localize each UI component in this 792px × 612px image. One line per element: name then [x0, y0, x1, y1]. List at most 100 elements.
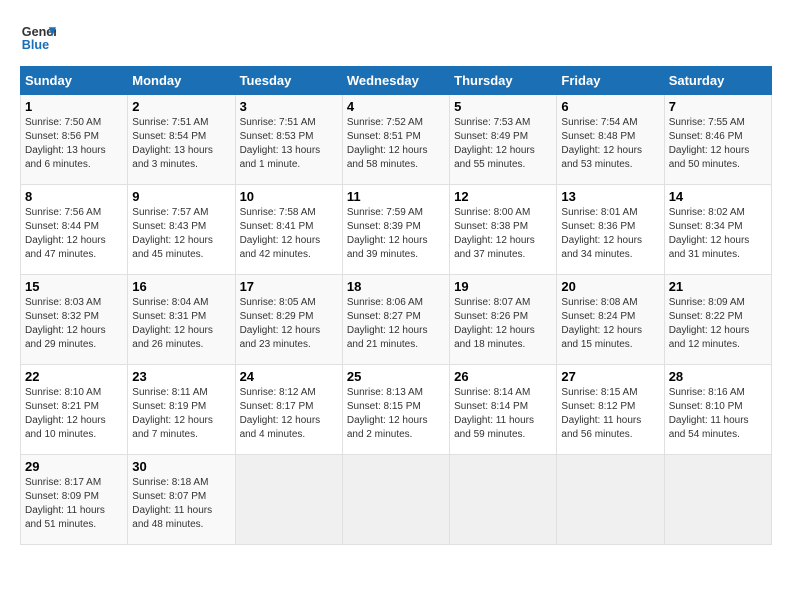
day-info: Sunrise: 8:08 AMSunset: 8:24 PMDaylight:…: [561, 297, 642, 350]
calendar-week-1: 1 Sunrise: 7:50 AMSunset: 8:56 PMDaylight…: [21, 95, 772, 185]
header-thursday: Thursday: [450, 67, 557, 95]
day-number: 1: [25, 99, 123, 114]
calendar-cell: 29 Sunrise: 8:17 AMSunset: 8:09 PMDayligh…: [21, 455, 128, 545]
calendar-cell: 19Sunrise: 8:07 AMSunset: 8:26 PMDayligh…: [450, 275, 557, 365]
calendar-cell: 21 Sunrise: 8:09 AMSunset: 8:22 PMDayligh…: [664, 275, 771, 365]
day-number: 20: [561, 279, 659, 294]
day-info: Sunrise: 8:02 AMSunset: 8:34 PMDaylight:…: [669, 207, 750, 260]
calendar-cell: 18Sunrise: 8:06 AMSunset: 8:27 PMDayligh…: [342, 275, 449, 365]
svg-text:Blue: Blue: [22, 38, 49, 52]
day-info: Sunrise: 8:09 AMSunset: 8:22 PMDaylight:…: [669, 297, 750, 350]
day-info: Sunrise: 8:07 AMSunset: 8:26 PMDaylight:…: [454, 297, 535, 350]
day-number: 26: [454, 369, 552, 384]
calendar-cell: 3 Sunrise: 7:51 AMSunset: 8:53 PMDaylight…: [235, 95, 342, 185]
day-info: Sunrise: 7:59 AMSunset: 8:39 PMDaylight:…: [347, 207, 428, 260]
day-number: 13: [561, 189, 659, 204]
day-info: Sunrise: 7:53 AMSunset: 8:49 PMDaylight:…: [454, 117, 535, 170]
calendar-cell: 5 Sunrise: 7:53 AMSunset: 8:49 PMDaylight…: [450, 95, 557, 185]
day-info: Sunrise: 8:16 AMSunset: 8:10 PMDaylight:…: [669, 387, 749, 440]
day-info: Sunrise: 7:57 AMSunset: 8:43 PMDaylight:…: [132, 207, 213, 260]
day-number: 7: [669, 99, 767, 114]
day-number: 5: [454, 99, 552, 114]
day-number: 22: [25, 369, 123, 384]
calendar-cell: 1 Sunrise: 7:50 AMSunset: 8:56 PMDaylight…: [21, 95, 128, 185]
calendar-cell: 20 Sunrise: 8:08 AMSunset: 8:24 PMDayligh…: [557, 275, 664, 365]
calendar-cell: 16 Sunrise: 8:04 AMSunset: 8:31 PMDayligh…: [128, 275, 235, 365]
header-monday: Monday: [128, 67, 235, 95]
day-number: 8: [25, 189, 123, 204]
day-number: 24: [240, 369, 338, 384]
calendar-cell: 24 Sunrise: 8:12 AMSunset: 8:17 PMDayligh…: [235, 365, 342, 455]
calendar-week-4: 22 Sunrise: 8:10 AMSunset: 8:21 PMDayligh…: [21, 365, 772, 455]
header-saturday: Saturday: [664, 67, 771, 95]
calendar-cell: 2 Sunrise: 7:51 AMSunset: 8:54 PMDaylight…: [128, 95, 235, 185]
day-info: Sunrise: 8:17 AMSunset: 8:09 PMDaylight:…: [25, 477, 105, 530]
logo-icon: General Blue: [20, 20, 56, 56]
day-info: Sunrise: 8:11 AMSunset: 8:19 PMDaylight:…: [132, 387, 213, 440]
day-info: Sunrise: 7:55 AMSunset: 8:46 PMDaylight:…: [669, 117, 750, 170]
day-info: Sunrise: 8:12 AMSunset: 8:17 PMDaylight:…: [240, 387, 321, 440]
day-number: 23: [132, 369, 230, 384]
day-number: 18: [347, 279, 445, 294]
calendar-cell: 15 Sunrise: 8:03 AMSunset: 8:32 PMDayligh…: [21, 275, 128, 365]
calendar-cell: 8 Sunrise: 7:56 AMSunset: 8:44 PMDaylight…: [21, 185, 128, 275]
calendar-cell: 30Sunrise: 8:18 AMSunset: 8:07 PMDayligh…: [128, 455, 235, 545]
day-info: Sunrise: 8:15 AMSunset: 8:12 PMDaylight:…: [561, 387, 641, 440]
day-info: Sunrise: 8:03 AMSunset: 8:32 PMDaylight:…: [25, 297, 106, 350]
calendar-header-row: SundayMondayTuesdayWednesdayThursdayFrid…: [21, 67, 772, 95]
calendar-week-3: 15 Sunrise: 8:03 AMSunset: 8:32 PMDayligh…: [21, 275, 772, 365]
calendar-cell: 11Sunrise: 7:59 AMSunset: 8:39 PMDayligh…: [342, 185, 449, 275]
day-info: Sunrise: 8:04 AMSunset: 8:31 PMDaylight:…: [132, 297, 213, 350]
page-header: General Blue: [20, 20, 772, 56]
calendar-cell: 9Sunrise: 7:57 AMSunset: 8:43 PMDaylight…: [128, 185, 235, 275]
calendar-week-2: 8 Sunrise: 7:56 AMSunset: 8:44 PMDaylight…: [21, 185, 772, 275]
day-info: Sunrise: 7:56 AMSunset: 8:44 PMDaylight:…: [25, 207, 106, 260]
calendar-cell: 23 Sunrise: 8:11 AMSunset: 8:19 PMDayligh…: [128, 365, 235, 455]
day-number: 2: [132, 99, 230, 114]
logo: General Blue: [20, 20, 56, 56]
calendar-cell: [342, 455, 449, 545]
day-info: Sunrise: 8:13 AMSunset: 8:15 PMDaylight:…: [347, 387, 428, 440]
calendar-cell: 10Sunrise: 7:58 AMSunset: 8:41 PMDayligh…: [235, 185, 342, 275]
calendar-cell: 26 Sunrise: 8:14 AMSunset: 8:14 PMDayligh…: [450, 365, 557, 455]
day-info: Sunrise: 7:50 AMSunset: 8:56 PMDaylight:…: [25, 117, 106, 170]
calendar-cell: [235, 455, 342, 545]
day-info: Sunrise: 7:51 AMSunset: 8:53 PMDaylight:…: [240, 117, 321, 170]
calendar-cell: 22 Sunrise: 8:10 AMSunset: 8:21 PMDayligh…: [21, 365, 128, 455]
day-info: Sunrise: 8:00 AMSunset: 8:38 PMDaylight:…: [454, 207, 535, 260]
day-info: Sunrise: 8:14 AMSunset: 8:14 PMDaylight:…: [454, 387, 534, 440]
header-wednesday: Wednesday: [342, 67, 449, 95]
header-friday: Friday: [557, 67, 664, 95]
header-tuesday: Tuesday: [235, 67, 342, 95]
calendar-table: SundayMondayTuesdayWednesdayThursdayFrid…: [20, 66, 772, 545]
day-number: 29: [25, 459, 123, 474]
calendar-cell: 13 Sunrise: 8:01 AMSunset: 8:36 PMDayligh…: [557, 185, 664, 275]
day-info: Sunrise: 8:05 AMSunset: 8:29 PMDaylight:…: [240, 297, 321, 350]
day-number: 6: [561, 99, 659, 114]
day-number: 21: [669, 279, 767, 294]
calendar-cell: 12 Sunrise: 8:00 AMSunset: 8:38 PMDayligh…: [450, 185, 557, 275]
calendar-cell: [450, 455, 557, 545]
day-number: 30: [132, 459, 230, 474]
calendar-cell: 6Sunrise: 7:54 AMSunset: 8:48 PMDaylight…: [557, 95, 664, 185]
day-number: 4: [347, 99, 445, 114]
day-info: Sunrise: 7:52 AMSunset: 8:51 PMDaylight:…: [347, 117, 428, 170]
calendar-cell: [664, 455, 771, 545]
day-number: 16: [132, 279, 230, 294]
calendar-cell: 25 Sunrise: 8:13 AMSunset: 8:15 PMDayligh…: [342, 365, 449, 455]
calendar-cell: [557, 455, 664, 545]
day-info: Sunrise: 8:01 AMSunset: 8:36 PMDaylight:…: [561, 207, 642, 260]
day-info: Sunrise: 7:51 AMSunset: 8:54 PMDaylight:…: [132, 117, 213, 170]
day-number: 25: [347, 369, 445, 384]
calendar-cell: 28 Sunrise: 8:16 AMSunset: 8:10 PMDayligh…: [664, 365, 771, 455]
day-number: 17: [240, 279, 338, 294]
day-number: 12: [454, 189, 552, 204]
day-info: Sunrise: 8:10 AMSunset: 8:21 PMDaylight:…: [25, 387, 106, 440]
calendar-week-5: 29 Sunrise: 8:17 AMSunset: 8:09 PMDayligh…: [21, 455, 772, 545]
calendar-cell: 17 Sunrise: 8:05 AMSunset: 8:29 PMDayligh…: [235, 275, 342, 365]
day-number: 15: [25, 279, 123, 294]
calendar-cell: 14Sunrise: 8:02 AMSunset: 8:34 PMDayligh…: [664, 185, 771, 275]
day-number: 3: [240, 99, 338, 114]
calendar-cell: 4 Sunrise: 7:52 AMSunset: 8:51 PMDaylight…: [342, 95, 449, 185]
day-number: 28: [669, 369, 767, 384]
